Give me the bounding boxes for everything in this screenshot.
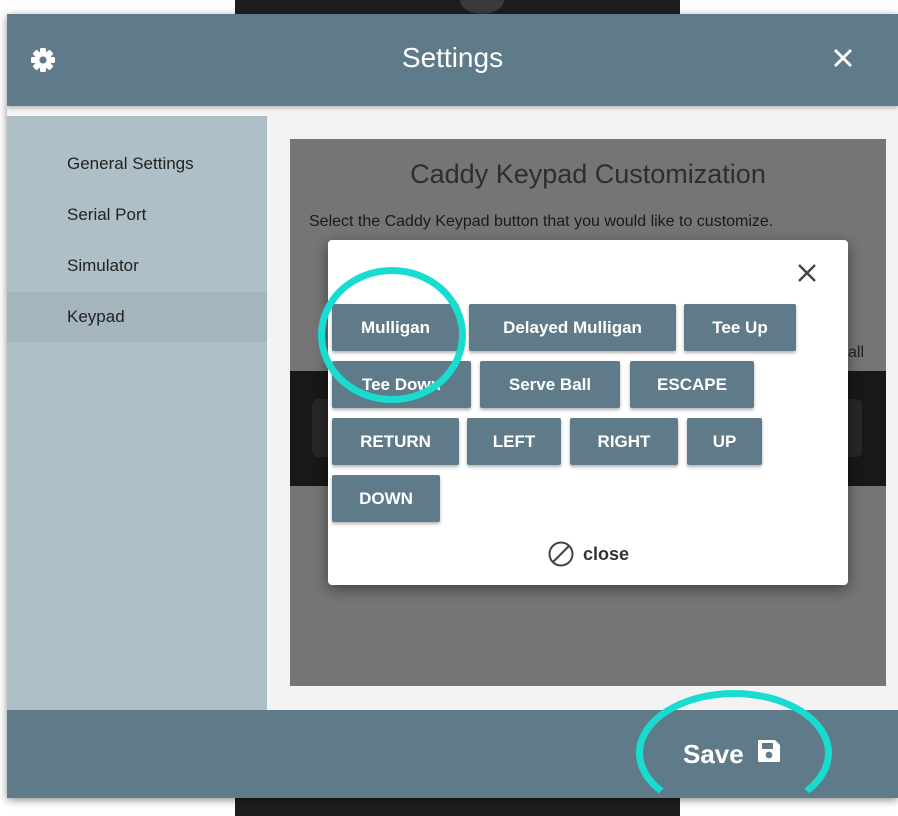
- close-icon[interactable]: [792, 258, 822, 288]
- panel-title: Caddy Keypad Customization: [410, 159, 766, 189]
- background-knob: [460, 0, 504, 14]
- sidebar-item-label: Simulator: [67, 256, 139, 275]
- keypad-button-popup: Mulligan Delayed Mulligan Tee Up Tee Dow…: [328, 240, 848, 585]
- settings-sidebar: General Settings Serial Port Simulator K…: [7, 116, 267, 710]
- sidebar-item-serial-port[interactable]: Serial Port: [7, 190, 267, 240]
- close-icon[interactable]: [829, 44, 857, 72]
- cancel-icon: [548, 541, 574, 567]
- sidebar-item-label: Serial Port: [67, 205, 147, 224]
- keypad-button-mulligan[interactable]: Mulligan: [332, 304, 459, 351]
- keypad-button-tee-down[interactable]: Tee Down: [332, 361, 471, 408]
- dialog-footer: Save: [7, 710, 898, 798]
- sidebar-item-general-settings[interactable]: General Settings: [7, 139, 267, 189]
- floppy-disk-icon: [744, 738, 782, 771]
- background-bottom-bar: [235, 796, 680, 816]
- popup-close-link[interactable]: close: [328, 539, 848, 569]
- background-top-bar: [235, 0, 680, 14]
- save-button[interactable]: Save: [683, 734, 782, 774]
- keypad-button-left[interactable]: LEFT: [467, 418, 561, 465]
- sidebar-item-simulator[interactable]: Simulator: [7, 241, 267, 291]
- keypad-button-down[interactable]: DOWN: [332, 475, 440, 522]
- keypad-button-escape[interactable]: ESCAPE: [630, 361, 754, 408]
- keypad-button-serve-ball[interactable]: Serve Ball: [480, 361, 620, 408]
- sidebar-item-label: General Settings: [67, 154, 194, 173]
- keypad-button-tee-up[interactable]: Tee Up: [684, 304, 796, 351]
- keypad-button-delayed-mulligan[interactable]: Delayed Mulligan: [469, 304, 676, 351]
- close-link-label: close: [582, 543, 630, 564]
- dialog-title: Settings: [401, 42, 504, 73]
- save-label: Save: [683, 738, 744, 769]
- keypad-button-return[interactable]: RETURN: [332, 418, 459, 465]
- keypad-button-up[interactable]: UP: [687, 418, 762, 465]
- sidebar-item-keypad[interactable]: Keypad: [7, 292, 267, 342]
- sidebar-item-label: Keypad: [67, 307, 125, 326]
- keypad-button-right[interactable]: RIGHT: [570, 418, 678, 465]
- panel-description: Select the Caddy Keypad button that you …: [309, 213, 774, 230]
- dialog-header: Settings: [7, 14, 898, 106]
- clipped-text: all: [848, 344, 865, 361]
